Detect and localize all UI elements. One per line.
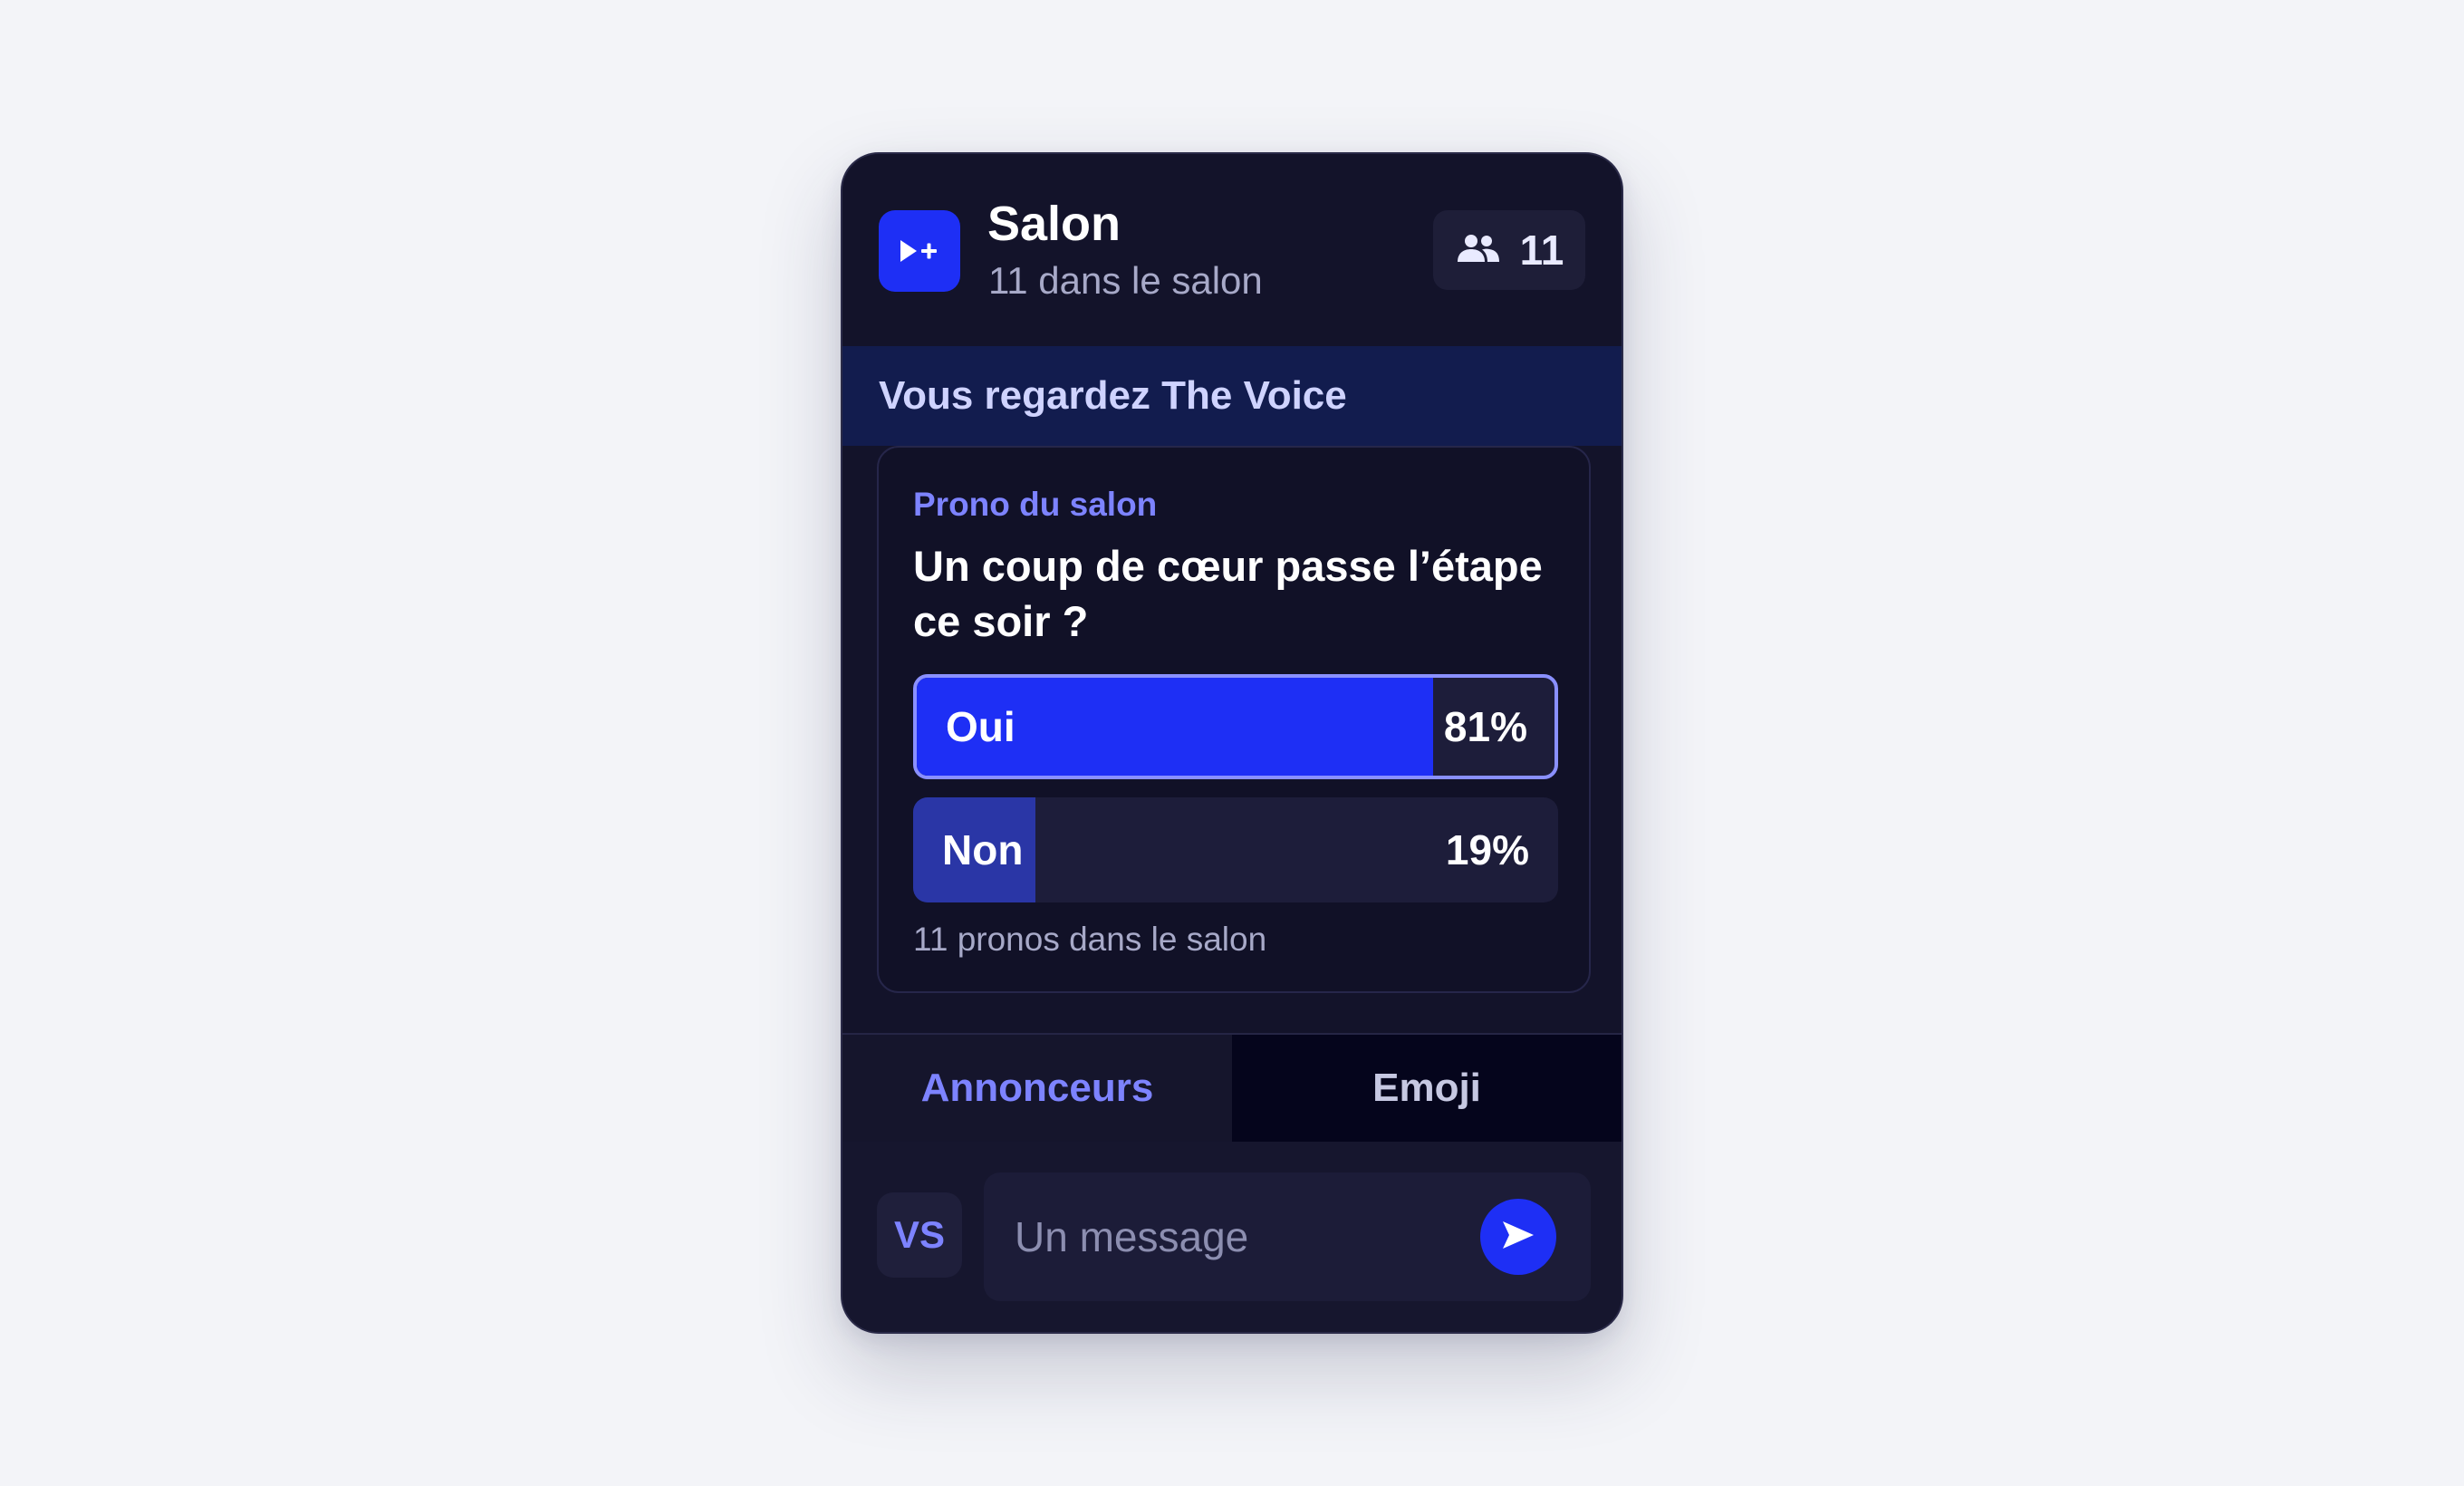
chat-room-card: Salon 11 dans le salon 11 Vous regardez … [841, 152, 1623, 1334]
member-count: 11 [1519, 227, 1564, 274]
tab-annonceurs[interactable]: Annonceurs [842, 1035, 1232, 1142]
now-watching-text: Vous regardez The Voice [879, 373, 1347, 418]
avatar[interactable]: VS [877, 1192, 962, 1278]
member-count-button[interactable]: 11 [1433, 210, 1585, 290]
now-watching-banner: Vous regardez The Voice [842, 346, 1622, 446]
poll-label: Prono du salon [913, 486, 1158, 523]
poll-option-label: Non [942, 826, 1024, 873]
people-icon [1455, 233, 1502, 268]
message-input[interactable] [1015, 1172, 1468, 1301]
poll-question: Un coup de cœur passe l’étape ce soir ? [913, 542, 1543, 645]
poll-option-percent: 19% [1445, 826, 1529, 873]
poll-card: Prono du salon Un coup de cœur passe l’é… [877, 446, 1591, 993]
poll-option-non[interactable]: Non 19% [913, 797, 1558, 902]
poll-option-oui[interactable]: Oui 81% [913, 674, 1558, 779]
poll-option-label: Oui [946, 703, 1015, 750]
message-composer: VS [842, 1142, 1622, 1332]
room-title: Salon [987, 197, 1121, 251]
send-button[interactable] [1480, 1199, 1556, 1275]
room-header: Salon 11 dans le salon 11 [842, 154, 1622, 346]
play-plus-icon [879, 210, 960, 292]
send-arrow-icon [1501, 1220, 1535, 1255]
room-subtitle: 11 dans le salon [988, 259, 1263, 302]
message-input-box [984, 1172, 1591, 1301]
tab-emoji[interactable]: Emoji [1232, 1035, 1622, 1142]
tab-bar: Annonceurs Emoji [842, 1033, 1622, 1142]
poll-option-percent: 81% [1443, 703, 1527, 750]
poll-footer: 11 pronos dans le salon [913, 921, 1267, 958]
